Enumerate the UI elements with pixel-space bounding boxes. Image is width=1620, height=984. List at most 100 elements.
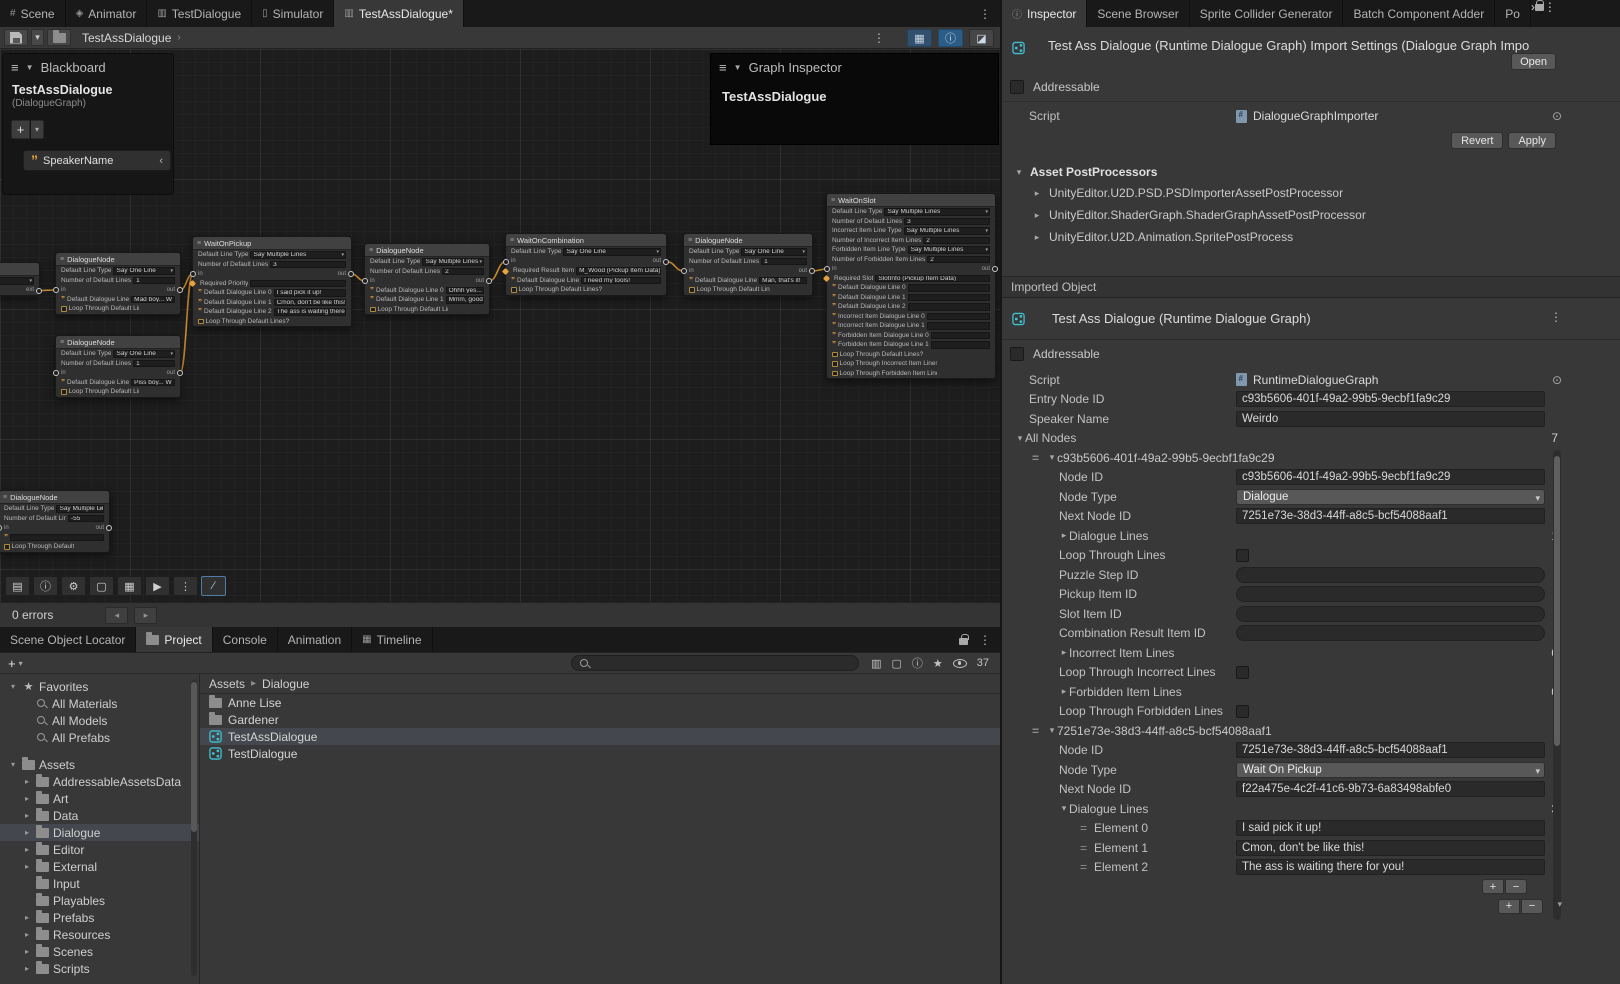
input-port[interactable] (53, 370, 59, 376)
tree-item-addressableassetsdata[interactable]: ▸AddressableAssetsData (0, 773, 199, 790)
tree-item-dialogue[interactable]: ▸Dialogue (0, 824, 199, 841)
node-field-value[interactable]: 1 (761, 258, 807, 266)
dock-tab-timeline[interactable]: ▦Timeline (352, 627, 432, 652)
node-field-value[interactable]: 2 (923, 237, 990, 245)
postprocessor-unityeditor-u2d-psd-psdimporterassetpostprocessor[interactable]: ▸UnityEditor.U2D.PSD.PSDImporterAssetPos… (1002, 182, 1620, 204)
create-asset-button[interactable]: + ▾ (5, 656, 26, 671)
elements-list-button[interactable]: ▤ (5, 576, 30, 596)
checkbox[interactable] (61, 389, 67, 395)
graph-node-dialoguenode[interactable]: ≡DialogueNodeDefault Line TypeSay One Li… (55, 335, 181, 398)
asset-gardener[interactable]: Gardener (200, 711, 1000, 728)
input-port[interactable] (824, 266, 830, 272)
script-reference[interactable]: DialogueGraphImporter (1236, 109, 1545, 123)
fold-arrow-icon[interactable]: ▸ (22, 794, 32, 803)
all-nodes-foldout[interactable]: ▾All Nodes7 (1002, 429, 1620, 448)
text-field[interactable]: f22a475e-4c2f-41c6-9b73-6a83498abfe0 (1236, 781, 1545, 797)
collapse-icon[interactable]: ▼ (733, 63, 743, 72)
input-port[interactable] (190, 271, 196, 277)
node-field-value[interactable]: I need my tools! (581, 277, 661, 285)
add-property-button[interactable]: + (11, 120, 30, 139)
add-element-button[interactable]: + (1498, 899, 1520, 914)
node-field-value[interactable]: Ohhh yes... (446, 287, 484, 295)
checkbox[interactable] (198, 319, 204, 325)
hidden-packages-icon[interactable]: ⓘ (912, 655, 923, 671)
graph-more-button[interactable]: ⋮ (173, 576, 198, 596)
input-port[interactable] (53, 287, 59, 293)
graph-inspector-header[interactable]: ≡ ▼ Graph Inspector (711, 54, 998, 81)
node-field-value[interactable] (908, 284, 990, 292)
node-field-value[interactable] (908, 294, 990, 302)
graph-node-dialoguenode[interactable]: ≡DialogueNodeDefault Line TypeSay One Li… (683, 233, 813, 296)
node-entry-header[interactable]: =▾c93b5606-401f-49a2-99b5-9ecbf1fa9c29 (1002, 448, 1620, 467)
node-field-value[interactable] (927, 313, 990, 321)
tree-item-scripts[interactable]: ▸Scripts (0, 960, 199, 977)
forbidden-item-lines-foldout[interactable]: ▸Forbidden Item Lines0 (1002, 682, 1620, 701)
frame-view-button[interactable]: ▢ (89, 576, 114, 596)
text-field[interactable]: The ass is waiting there for you! (1236, 859, 1545, 875)
node-field-value[interactable]: Cmon, don't be like this! (274, 299, 346, 307)
tree-item-data[interactable]: ▸Data (0, 807, 199, 824)
node-field-value[interactable]: 2 (442, 268, 484, 276)
item-port[interactable] (823, 275, 830, 282)
script-reference[interactable]: RuntimeDialogueGraph (1236, 373, 1545, 387)
inspector-scrollbar[interactable] (1553, 450, 1561, 920)
dialogue-graph-canvas[interactable]: ≡DialogueNodeDefault Line TypeSay One Li… (0, 49, 1000, 602)
node-field-value[interactable]: Say Multiple Lines (884, 208, 990, 216)
previous-error-button[interactable]: ◂ (105, 607, 128, 624)
text-field[interactable]: Cmon, don't be like this! (1236, 840, 1545, 856)
fold-arrow-icon[interactable]: ▸ (22, 777, 32, 786)
checkbox[interactable] (1236, 666, 1249, 679)
output-port[interactable] (809, 268, 815, 274)
text-field[interactable]: 7251e73e-38d3-44ff-a8c5-bcf54088aaf1 (1236, 508, 1545, 524)
tree-item-assets[interactable]: ▾Assets (0, 756, 199, 773)
incorrect-item-lines-foldout[interactable]: ▸Incorrect Item Lines0 (1002, 643, 1620, 662)
graph-node-dialoguenode[interactable]: ≡DialogueNodeDefault Line TypeSay Multip… (0, 490, 110, 553)
node-field-value[interactable]: 3 (270, 261, 346, 269)
graph-node-waitoncombination[interactable]: ≡WaitOnCombinationDefault Line TypeSay O… (505, 233, 667, 296)
tree-item-resources[interactable]: ▸Resources (0, 926, 199, 943)
output-port[interactable] (177, 287, 183, 293)
layout-view-button[interactable]: ▦ (117, 576, 142, 596)
input-port[interactable] (503, 259, 509, 265)
node-field-value[interactable]: 2 (927, 256, 990, 264)
breadcrumb-item[interactable]: TestAssDialogue (82, 31, 171, 45)
tree-item-favorites[interactable]: ▾★Favorites (0, 678, 199, 695)
node-entry-header[interactable]: =▾7251e73e-38d3-44ff-a8c5-bcf54088aaf1 (1002, 721, 1620, 740)
more-options-icon[interactable]: ⋮ (1550, 310, 1562, 324)
menu-icon[interactable]: ≡ (11, 60, 19, 75)
breadcrumb-item-assets[interactable]: Assets (209, 677, 245, 691)
fold-arrow-icon[interactable]: ▸ (22, 964, 32, 973)
dock-tab-console[interactable]: Console (213, 627, 278, 652)
text-field[interactable] (1236, 567, 1545, 583)
dock-tab-scene-object-locator[interactable]: Scene Object Locator (0, 627, 136, 652)
tree-scrollbar[interactable] (191, 680, 197, 976)
graph-inspector-panel[interactable]: ≡ ▼ Graph Inspector TestAssDialogue (710, 53, 999, 145)
node-field-value[interactable]: Mmm, good... (446, 296, 484, 304)
node-field-value[interactable]: Say One Line (563, 248, 661, 256)
fold-arrow-icon[interactable]: ▾ (1047, 452, 1057, 463)
dropdown[interactable]: Dialogue (1236, 489, 1545, 505)
scrollbar-thumb[interactable] (1554, 456, 1560, 746)
remove-element-button[interactable]: − (1505, 879, 1527, 894)
tree-item-art[interactable]: ▸Art (0, 790, 199, 807)
node-field-value[interactable] (927, 322, 990, 330)
save-options-button[interactable]: ▾ (31, 29, 44, 46)
favorites-star-icon[interactable]: ★ (933, 657, 943, 670)
inspector-tab-scene-browser[interactable]: Scene Browser (1087, 0, 1189, 27)
graph-settings-button[interactable]: ⚙ (61, 576, 86, 596)
text-field[interactable]: I said pick it up! (1236, 820, 1545, 836)
node-field-value[interactable] (250, 280, 346, 288)
inspector-tab-po[interactable]: Po (1495, 0, 1531, 27)
node-field-value[interactable]: 1 (133, 277, 175, 285)
node-field-value[interactable]: Say Multiple Lines (908, 246, 990, 254)
text-field[interactable]: c93b5606-401f-49a2-99b5-9ecbf1fa9c29 (1236, 391, 1545, 407)
node-field-value[interactable]: -55 (68, 515, 104, 523)
dock-tab-animation[interactable]: Animation (278, 627, 352, 652)
revert-button[interactable]: Revert (1451, 132, 1503, 149)
tab-scene[interactable]: #Scene (0, 0, 66, 27)
scrollbar-thumb[interactable] (191, 682, 197, 832)
fold-arrow-icon[interactable]: ▾ (1047, 725, 1057, 736)
output-port[interactable] (992, 266, 998, 272)
node-field-value[interactable]: I said pick it up! (274, 289, 346, 297)
fold-arrow-icon[interactable]: ▾ (8, 760, 18, 769)
